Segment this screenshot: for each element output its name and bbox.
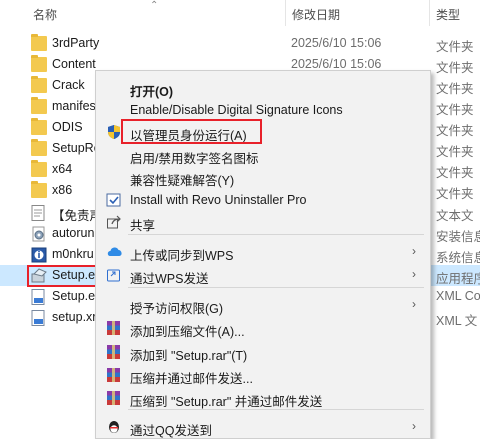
folder-icon xyxy=(31,181,47,198)
qq-icon xyxy=(106,419,122,435)
file-type: 文本文 xyxy=(436,209,474,223)
winrar-icon xyxy=(106,390,122,406)
file-type: 系统信息 xyxy=(436,251,480,265)
folder-icon xyxy=(31,139,47,156)
chevron-right-icon: › xyxy=(412,419,416,433)
file-type: 文件夹 xyxy=(436,187,474,201)
xml-file-icon xyxy=(31,310,47,326)
column-type[interactable]: 类型 xyxy=(436,6,460,23)
menu-item[interactable]: 启用/禁用数字签名图标 xyxy=(96,144,430,166)
menu-item[interactable]: 兼容性疑难解答(Y) xyxy=(96,166,430,188)
file-type: 文件夹 xyxy=(436,103,474,117)
revo-icon xyxy=(106,192,122,208)
winrar-icon xyxy=(106,344,122,360)
file-name: SetupRe xyxy=(52,141,101,155)
menu-separator xyxy=(128,287,424,288)
file-name: ODIS xyxy=(52,120,83,134)
winrar-icon xyxy=(106,320,122,336)
menu-item-label: 打开(O) xyxy=(130,85,174,99)
menu-item[interactable]: 上传或同步到WPS › xyxy=(96,241,430,263)
share-icon xyxy=(106,214,122,230)
file-type: 文件夹 xyxy=(436,145,474,159)
file-name: x86 xyxy=(52,183,73,197)
menu-item[interactable]: 以管理员身份运行(A) xyxy=(96,119,430,144)
menu-item[interactable]: 通过WPS发送 › xyxy=(96,264,430,286)
column-divider[interactable] xyxy=(285,0,286,26)
folder-icon xyxy=(31,160,47,177)
winrar-icon xyxy=(106,367,122,383)
chevron-right-icon: › xyxy=(412,244,416,258)
file-type: 文件夹 xyxy=(436,166,474,180)
menu-item-label: 授予访问权限(G) xyxy=(130,302,224,316)
menu-item-label: 上传或同步到WPS xyxy=(130,249,234,263)
file-name: Content xyxy=(52,57,96,71)
menu-item-label: 通过WPS发送 xyxy=(130,272,209,286)
column-name[interactable]: 名称 xyxy=(33,6,57,23)
menu-item-label: 压缩并通过邮件发送... xyxy=(130,372,253,386)
highlight-box xyxy=(121,119,262,144)
menu-item[interactable]: 添加到压缩文件(A)... xyxy=(96,317,430,339)
folder-icon xyxy=(31,34,47,51)
gear-icon xyxy=(31,226,47,242)
folder-icon xyxy=(31,76,47,93)
menu-item[interactable]: Enable/Disable Digital Signature Icons xyxy=(96,99,430,121)
file-name: m0nkru xyxy=(52,247,94,261)
menu-item-label: 添加到压缩文件(A)... xyxy=(130,325,245,339)
menu-item-label: 压缩到 "Setup.rar" 并通过邮件发送 xyxy=(130,395,323,409)
chevron-right-icon: › xyxy=(412,267,416,281)
wps-send-icon xyxy=(106,267,122,283)
file-type: 安装信息 xyxy=(436,230,480,244)
menu-item[interactable]: 压缩并通过邮件发送... xyxy=(96,364,430,386)
menu-item-label: 启用/禁用数字签名图标 xyxy=(130,152,259,166)
column-header: ⌃ 名称 修改日期 类型 xyxy=(0,0,480,26)
file-date: 2025/6/10 15:06 xyxy=(291,57,382,71)
column-divider[interactable] xyxy=(429,0,430,26)
menu-item[interactable]: 通过QQ发送到 › xyxy=(96,416,430,438)
menu-item-label: 通过QQ发送到 xyxy=(130,424,212,438)
menu-item[interactable]: 压缩到 "Setup.rar" 并通过邮件发送 xyxy=(96,387,430,409)
menu-item[interactable]: 授予访问权限(G) › xyxy=(96,294,430,316)
menu-item[interactable]: Install with Revo Uninstaller Pro xyxy=(96,189,430,211)
menu-item[interactable]: 共享 xyxy=(96,211,430,233)
file-type: 文件夹 xyxy=(436,82,474,96)
menu-item-label: 共享 xyxy=(130,219,156,233)
file-type: 文件夹 xyxy=(436,61,474,75)
menu-item-label: Enable/Disable Digital Signature Icons xyxy=(130,103,343,117)
file-row[interactable]: 3rdParty 2025/6/10 15:06 文件夹 xyxy=(0,33,480,54)
info-icon xyxy=(31,247,47,263)
file-name: Setup.e xyxy=(52,289,96,303)
xml-file-icon xyxy=(31,289,47,305)
menu-item-label: 添加到 "Setup.rar"(T) xyxy=(130,349,248,363)
file-date: 2025/6/10 15:06 xyxy=(291,36,382,50)
file-type: XML Co xyxy=(436,289,480,303)
folder-icon xyxy=(31,55,47,72)
menu-item[interactable]: 添加到 "Setup.rar"(T) xyxy=(96,341,430,363)
wps-cloud-icon xyxy=(106,244,122,260)
file-name: manifes xyxy=(52,99,96,113)
file-type: XML 文 xyxy=(436,314,478,328)
file-name: Crack xyxy=(52,78,85,92)
menu-item-label: Install with Revo Uninstaller Pro xyxy=(130,193,307,207)
text-file-icon xyxy=(31,205,47,221)
folder-icon xyxy=(31,118,47,135)
file-name: autorun xyxy=(52,226,95,240)
folder-icon xyxy=(31,97,47,114)
shield-icon xyxy=(106,124,122,140)
menu-separator xyxy=(128,234,424,235)
file-type: 文件夹 xyxy=(436,40,474,54)
file-name: x64 xyxy=(52,162,73,176)
file-type: 文件夹 xyxy=(436,124,474,138)
file-name: setup.xr xyxy=(52,310,97,324)
file-type: 应用程序 xyxy=(436,272,480,286)
file-name: 3rdParty xyxy=(52,36,100,50)
context-menu: 打开(O) Enable/Disable Digital Signature Ic… xyxy=(95,70,431,439)
chevron-right-icon: › xyxy=(412,297,416,311)
chevron-up-icon[interactable]: ⌃ xyxy=(150,0,158,11)
highlight-box xyxy=(27,265,98,287)
menu-item-label: 兼容性疑难解答(Y) xyxy=(130,174,235,188)
column-date[interactable]: 修改日期 xyxy=(292,6,340,23)
menu-item[interactable]: 打开(O) xyxy=(96,77,430,99)
